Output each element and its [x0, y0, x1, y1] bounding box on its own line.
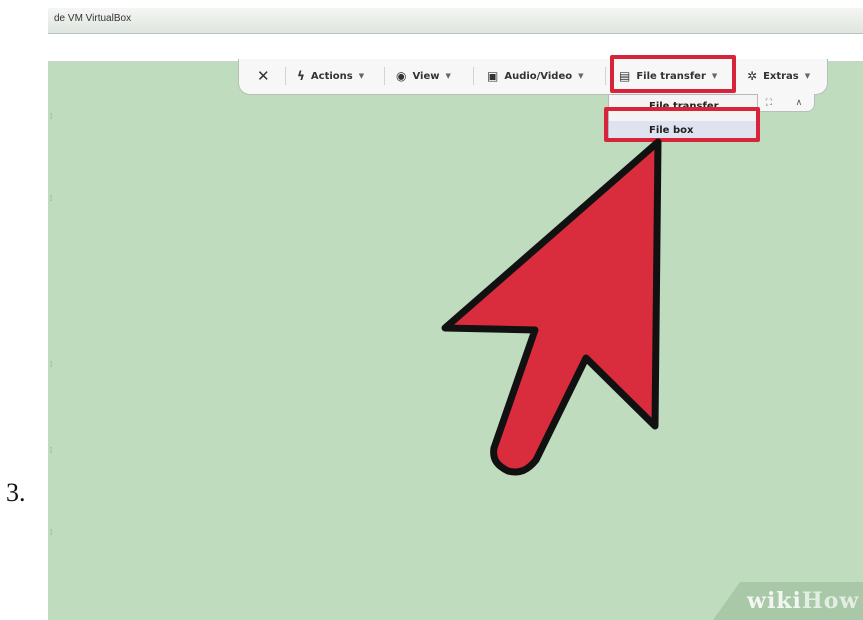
step-number: 3. [6, 478, 26, 507]
pointer-arrow [441, 138, 662, 476]
pointer-arrow-graphic [441, 138, 662, 476]
screenshot-frame: de VM VirtualBox ⁞ ⁞ ⁞ ⁞ ⁞ ✕ ϟ Actions ▼… [48, 8, 863, 620]
